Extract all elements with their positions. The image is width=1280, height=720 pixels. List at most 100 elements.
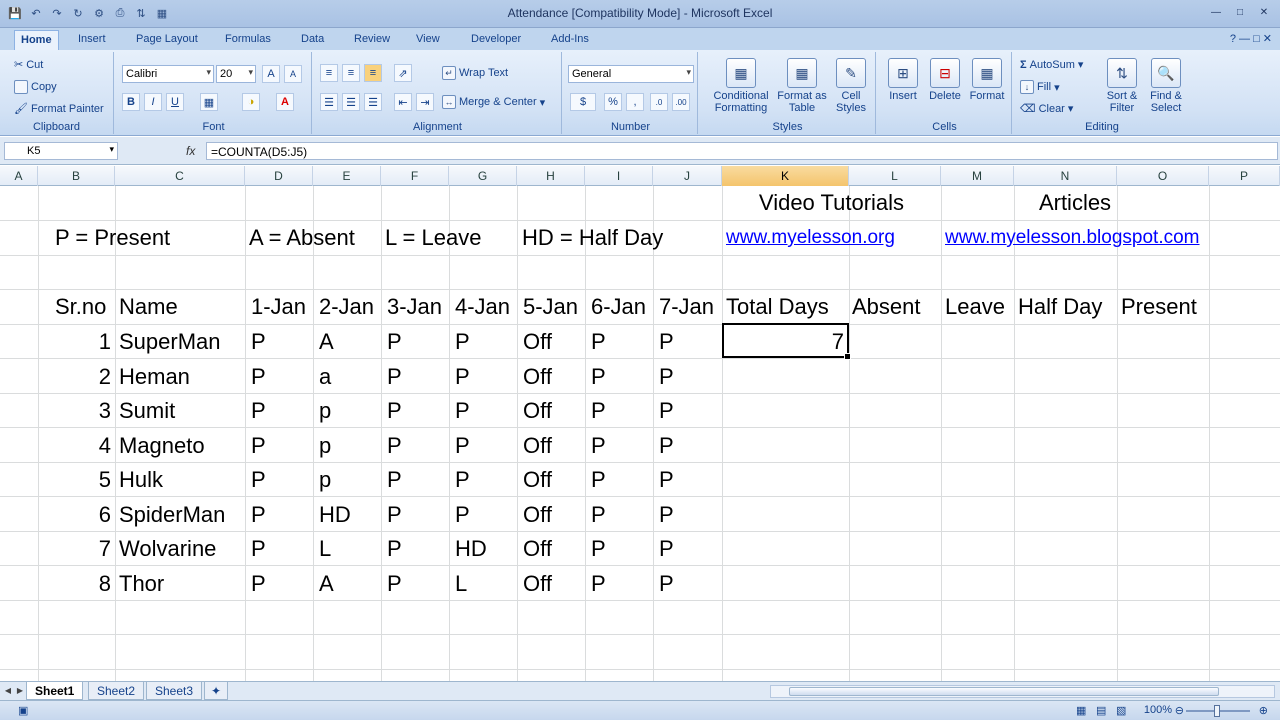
align-right-icon[interactable]: ☰ [364,93,382,111]
increase-decimal-icon[interactable]: .0 [650,93,668,111]
decrease-indent-icon[interactable]: ⇤ [394,93,412,111]
format-as-table-button[interactable]: ▦ Format as Table [776,58,828,114]
page-layout-view-icon[interactable]: ▤ [1096,704,1106,717]
active-cell-k5[interactable] [722,323,851,360]
tab-developer[interactable]: Developer [465,30,527,50]
minimize-icon[interactable]: — [1206,4,1226,20]
horizontal-scrollbar[interactable] [770,685,1275,698]
find-select-button[interactable]: 🔍 Find & Select [1144,58,1188,114]
sr-no-cell: 1 [98,329,111,354]
column-header[interactable]: M [941,166,1014,186]
maximize-icon[interactable]: □ [1230,4,1250,20]
align-middle-icon[interactable]: ≡ [342,64,360,82]
wrap-text-button[interactable]: ↵ Wrap Text [442,66,508,80]
tab-page-layout[interactable]: Page Layout [130,30,204,50]
fill-button[interactable]: ↓ Fill ▾ [1020,80,1060,94]
increase-indent-icon[interactable]: ⇥ [416,93,434,111]
column-header[interactable]: K [722,166,849,186]
delete-cells-button[interactable]: ⊟ Delete [924,58,966,102]
decrease-decimal-icon[interactable]: .00 [672,93,690,111]
font-name-select[interactable]: Calibri [122,65,214,83]
help-icon[interactable]: ? — □ ✕ [1230,32,1272,45]
italic-icon[interactable]: I [144,93,162,111]
attendance-cell: L [455,570,468,596]
cell-styles-button[interactable]: ✎ Cell Styles [828,58,874,114]
column-header[interactable]: D [245,166,313,186]
sort-filter-button[interactable]: ⇅ Sort & Filter [1100,58,1144,114]
column-header[interactable]: C [115,166,245,186]
column-header[interactable]: B [38,166,115,186]
bold-icon[interactable]: B [122,93,140,111]
number-format-select[interactable]: General [568,65,694,83]
clear-button[interactable]: ⌫ Clear ▾ [1020,102,1073,116]
format-cells-button[interactable]: ▦ Format [966,58,1008,102]
first-sheet-icon[interactable]: ◀ [2,684,14,698]
format-painter-button[interactable]: 🖌 Format Painter [14,102,104,116]
column-header[interactable]: G [449,166,517,186]
column-header[interactable]: A [0,166,38,186]
column-header[interactable]: F [381,166,449,186]
column-header[interactable]: H [517,166,585,186]
normal-view-icon[interactable]: ▦ [1076,704,1086,717]
align-top-icon[interactable]: ≡ [320,64,338,82]
tab-formulas[interactable]: Formulas [219,30,277,50]
column-header[interactable]: J [653,166,722,186]
fill-color-icon[interactable]: ◑ [242,93,260,111]
articles-link[interactable]: www.myelesson.blogspot.com [945,221,1200,255]
column-header[interactable]: E [313,166,381,186]
sheet-tab-3[interactable]: Sheet3 [146,682,203,700]
macro-record-icon[interactable]: ▣ [18,704,28,717]
zoom-level[interactable]: 100% [1144,704,1172,716]
attendance-cell: P [251,570,266,596]
align-bottom-icon[interactable]: ≡ [364,64,382,82]
conditional-formatting-button[interactable]: ▦ Conditional Formatting [706,58,776,114]
column-header[interactable]: I [585,166,653,186]
tab-view[interactable]: View [410,30,446,50]
align-center-icon[interactable]: ☰ [342,93,360,111]
column-header[interactable]: O [1117,166,1209,186]
zoom-out-icon[interactable]: ⊖ [1175,704,1184,717]
page-break-view-icon[interactable]: ▧ [1116,704,1126,717]
name-box[interactable]: K5 ▾ [4,142,118,160]
tab-add-ins[interactable]: Add-Ins [545,30,595,50]
font-size-select[interactable]: 20 [216,65,256,83]
column-header[interactable]: P [1209,166,1280,186]
attendance-cell: P [659,363,674,389]
merge-center-button[interactable]: ↔ Merge & Center ▾ [442,95,545,109]
cut-button[interactable]: ✂ Cut [14,58,43,72]
scrollbar-thumb[interactable] [789,687,1219,696]
last-sheet-icon[interactable]: ▶ [14,684,26,698]
sheet-tab-2[interactable]: Sheet2 [88,682,145,700]
grow-font-icon[interactable]: A [262,65,280,83]
worksheet-grid[interactable]: Video Tutorials Articles P = Present A =… [0,186,1280,681]
align-left-icon[interactable]: ☰ [320,93,338,111]
attendance-cell: P [455,501,470,527]
zoom-slider[interactable] [1186,705,1250,717]
insert-sheet-icon[interactable]: ✦ [204,682,229,700]
currency-button[interactable]: $ [570,93,596,111]
insert-function-icon[interactable]: fx [186,144,195,158]
tab-home[interactable]: Home [14,30,59,50]
close-icon[interactable]: ✕ [1254,4,1274,20]
tab-data[interactable]: Data [295,30,330,50]
shrink-font-icon[interactable]: A [284,65,302,83]
percent-button[interactable]: % [604,93,622,111]
copy-button[interactable]: Copy [14,80,57,94]
insert-cells-button[interactable]: ⊞ Insert [882,58,924,102]
column-header[interactable]: N [1014,166,1117,186]
column-header[interactable]: L [849,166,941,186]
autosum-button[interactable]: Σ AutoSum ▾ [1020,58,1083,72]
tab-review[interactable]: Review [348,30,396,50]
attendance-cell: P [251,432,266,458]
zoom-slider-knob[interactable] [1214,705,1220,717]
formula-input[interactable]: =COUNTA(D5:J5) [206,142,1278,160]
borders-icon[interactable]: ▦ [200,93,218,111]
comma-button[interactable]: , [626,93,644,111]
tab-insert[interactable]: Insert [72,30,112,50]
orientation-icon[interactable]: ⇗ [394,64,412,82]
underline-icon[interactable]: U [166,93,184,111]
sheet-tab-1[interactable]: Sheet1 [26,682,84,700]
font-color-icon[interactable]: A [276,93,294,111]
zoom-in-icon[interactable]: ⊕ [1259,704,1268,717]
video-tutorials-link[interactable]: www.myelesson.org [726,221,895,255]
